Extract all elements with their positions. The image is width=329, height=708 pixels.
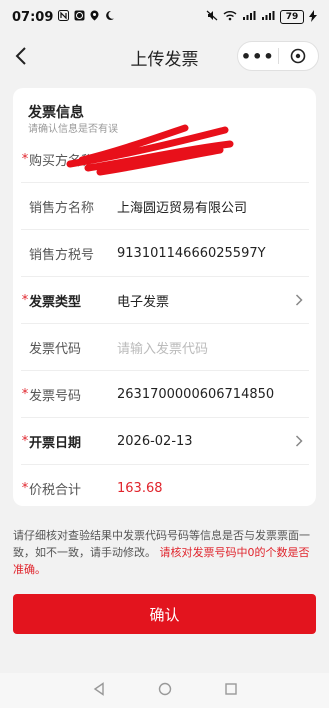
total-amount-row[interactable]: * 价税合计 163.68 xyxy=(21,465,309,512)
more-icon[interactable]: ••• xyxy=(238,47,278,66)
moon-icon xyxy=(104,10,115,24)
status-right: 79 xyxy=(206,9,317,25)
field-label: 发票号码 xyxy=(29,388,82,404)
invoice-info-card: 发票信息 请确认信息是否有误 * 购买方名称 销售方名称 上海圆迈贸易有限公司 … xyxy=(13,88,316,506)
chevron-right-icon[interactable] xyxy=(289,294,309,306)
invoice-number-value[interactable]: 26317000006067148​50 xyxy=(117,387,309,402)
required-mark: * xyxy=(21,151,29,167)
wifi-icon xyxy=(223,10,237,24)
invoice-type-value[interactable]: 电子发票 xyxy=(117,291,289,310)
card-subtitle: 请确认信息是否有误 xyxy=(28,124,118,135)
invoice-code-input[interactable]: 请输入发票代码 xyxy=(117,338,309,357)
seller-name-value[interactable]: 上海圆迈贸易有限公司 xyxy=(117,197,309,216)
back-triangle-icon[interactable] xyxy=(92,681,106,700)
chevron-right-icon[interactable] xyxy=(289,435,309,447)
page-title: 上传发票 xyxy=(130,49,199,70)
charging-icon xyxy=(309,9,317,25)
invoice-number-row[interactable]: * 发票号码 26317000006067148​50 xyxy=(21,371,309,418)
field-label: 销售方名称 xyxy=(29,200,95,216)
close-icon[interactable] xyxy=(278,48,318,64)
field-label: 销售方税号 xyxy=(29,247,95,263)
mute-icon xyxy=(206,10,218,24)
location-icon xyxy=(90,10,99,24)
invoice-code-row[interactable]: 发票代码 请输入发票代码 xyxy=(21,324,309,371)
status-bar: 07:09 79 xyxy=(0,0,329,34)
status-time: 07:09 xyxy=(12,9,54,25)
invoice-date-row[interactable]: * 开票日期 2026-02-13 xyxy=(21,418,309,465)
notice-text: 请仔细核对查验结果中发票代码号码等信息是否与发票票面一致，如不一致，请手动修改。… xyxy=(13,527,317,578)
signal-icon xyxy=(261,10,275,24)
home-circle-icon[interactable] xyxy=(158,681,172,700)
confirm-button[interactable]: 确认 xyxy=(13,594,316,634)
required-mark: * xyxy=(21,481,29,496)
alarm-icon xyxy=(74,10,85,24)
seller-tax-id-row: 销售方税号 91310114666025597Y xyxy=(21,230,309,277)
total-amount-value[interactable]: 163.68 xyxy=(117,481,309,496)
field-label: 购买方名称 xyxy=(29,153,95,169)
seller-name-row: 销售方名称 上海圆迈贸易有限公司 xyxy=(21,183,309,230)
card-title: 发票信息 xyxy=(28,105,84,121)
field-label: 价税合计 xyxy=(29,483,82,498)
back-icon[interactable] xyxy=(10,44,34,68)
field-label: 发票代码 xyxy=(29,341,82,357)
mini-program-capsule: ••• xyxy=(237,41,319,71)
seller-tax-id-value[interactable]: 91310114666025597Y xyxy=(117,246,309,261)
required-mark: * xyxy=(21,386,29,402)
battery-indicator: 79 xyxy=(280,10,304,24)
buyer-name-row[interactable]: * 购买方名称 xyxy=(21,136,309,183)
field-label: 开票日期 xyxy=(29,435,82,451)
required-mark: * xyxy=(21,292,29,308)
invoice-date-value[interactable]: 2026-02-13 xyxy=(117,434,289,449)
required-mark: * xyxy=(21,433,29,449)
signal-icon xyxy=(242,10,256,24)
field-label: 发票类型 xyxy=(29,294,82,310)
navbar: 上传发票 ••• xyxy=(0,34,329,80)
recents-square-icon[interactable] xyxy=(224,681,238,700)
system-nav-bar xyxy=(0,673,329,708)
n-icon xyxy=(58,10,70,24)
invoice-type-row[interactable]: * 发票类型 电子发票 xyxy=(21,277,309,324)
status-left: 07:09 xyxy=(12,10,115,25)
